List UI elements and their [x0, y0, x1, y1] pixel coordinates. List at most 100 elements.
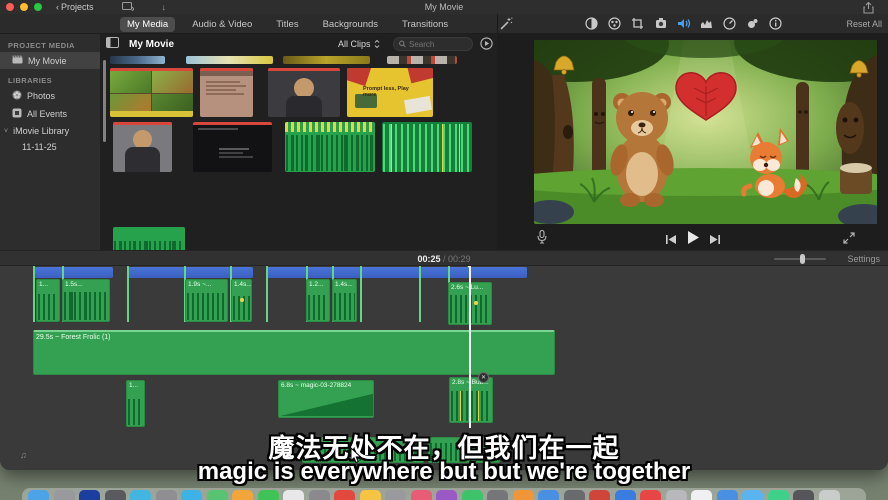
dock-app-icon[interactable]	[334, 490, 355, 500]
dock-app-icon[interactable]	[258, 490, 279, 500]
dock-app-icon[interactable]	[819, 490, 840, 500]
video-preview[interactable]	[534, 40, 877, 224]
sidebar-item-imovie-library[interactable]: ˅ iMovie Library	[0, 123, 100, 139]
sfx-clip[interactable]: 2.8s ~ Bub...	[449, 377, 493, 423]
tab-backgrounds[interactable]: Backgrounds	[316, 17, 385, 32]
clip-thumbnail-bear-grid[interactable]	[110, 68, 193, 117]
dock-app-icon[interactable]	[156, 490, 177, 500]
crop-icon[interactable]	[631, 17, 645, 31]
clip-thumbnail[interactable]	[186, 56, 273, 64]
clip-thumbnail-presenter[interactable]	[268, 68, 340, 117]
dock-app-icon[interactable]	[232, 490, 253, 500]
dock-app-icon[interactable]	[538, 490, 559, 500]
download-arrow-icon[interactable]: ↓	[162, 2, 167, 12]
dock-app-icon[interactable]	[589, 490, 610, 500]
dock-app-icon[interactable]	[28, 490, 49, 500]
speed-icon[interactable]	[723, 17, 737, 31]
color-correction-icon[interactable]	[608, 17, 622, 31]
clip-thumbnail[interactable]	[110, 56, 165, 64]
dock[interactable]	[22, 488, 866, 500]
dock-app-icon[interactable]	[207, 490, 228, 500]
dock-app-icon[interactable]	[411, 490, 432, 500]
audio-clip[interactable]: 1.4s...	[332, 279, 357, 322]
clip-filter-dropdown[interactable]: All Clips	[338, 39, 380, 49]
playhead[interactable]	[469, 266, 471, 428]
dock-app-icon[interactable]	[691, 490, 712, 500]
audio-clip-thumbnail[interactable]	[285, 122, 375, 172]
tab-my-media[interactable]: My Media	[120, 17, 175, 32]
tab-titles[interactable]: Titles	[269, 17, 305, 32]
clip-thumbnail-document[interactable]	[200, 68, 253, 117]
next-frame-button[interactable]	[709, 232, 721, 250]
video-track-segment[interactable]	[127, 267, 253, 278]
enhance-wand-icon[interactable]	[499, 17, 513, 31]
search-input[interactable]	[409, 40, 467, 49]
sidebar-item-my-movie[interactable]: My Movie	[0, 52, 100, 69]
dock-app-icon[interactable]	[742, 490, 763, 500]
back-to-projects-button[interactable]: ‹Projects	[56, 2, 94, 12]
continuous-playback-icon[interactable]	[480, 37, 493, 55]
audio-clip[interactable]: 1...	[36, 279, 60, 322]
zoom-window-button[interactable]	[34, 3, 42, 11]
clip-thumbnail[interactable]	[283, 56, 370, 64]
dock-app-icon[interactable]	[640, 490, 661, 500]
sfx-clip[interactable]: 6.8s ~ magic-03-278824	[278, 380, 374, 418]
dock-app-icon[interactable]	[283, 490, 304, 500]
dock-app-icon[interactable]	[130, 490, 151, 500]
dock-app-icon[interactable]	[717, 490, 738, 500]
audio-clip-thumbnail[interactable]	[382, 122, 472, 172]
sidebar-item-photos[interactable]: Photos	[0, 87, 100, 105]
dock-app-icon[interactable]	[666, 490, 687, 500]
close-window-button[interactable]	[6, 3, 14, 11]
reset-all-button[interactable]: Reset All	[846, 19, 882, 29]
dock-app-icon[interactable]	[436, 490, 457, 500]
sidebar-item-all-events[interactable]: All Events	[0, 105, 100, 123]
dock-app-icon[interactable]	[564, 490, 585, 500]
import-media-icon[interactable]	[122, 2, 134, 13]
dock-app-icon[interactable]	[513, 490, 534, 500]
dock-app-icon[interactable]	[79, 490, 100, 500]
dock-app-icon[interactable]	[181, 490, 202, 500]
timeline-zoom-slider[interactable]	[774, 258, 826, 260]
tab-audio-video[interactable]: Audio & Video	[185, 17, 259, 32]
dock-app-icon[interactable]	[309, 490, 330, 500]
clip-mute-badge[interactable]: ✕	[478, 372, 489, 383]
volume-icon[interactable]	[677, 17, 691, 31]
dock-app-icon[interactable]	[360, 490, 381, 500]
fullscreen-icon[interactable]	[843, 231, 855, 249]
dock-app-icon[interactable]	[615, 490, 636, 500]
clip-thumbnail-screen-recording[interactable]	[193, 122, 272, 172]
playhead-handle[interactable]	[464, 266, 474, 268]
sidebar-toggle-icon[interactable]	[106, 35, 119, 53]
info-icon[interactable]	[769, 17, 783, 31]
audio-clip[interactable]: 1.2...	[306, 279, 330, 322]
search-field[interactable]	[393, 37, 473, 51]
music-clip[interactable]: 29.5s ~ Forest Frolic (1)	[33, 330, 555, 375]
color-balance-icon[interactable]	[585, 17, 599, 31]
browser-scrollbar[interactable]	[103, 60, 106, 142]
audio-eq-icon[interactable]	[700, 17, 714, 31]
dock-app-icon[interactable]	[462, 490, 483, 500]
dock-app-icon[interactable]	[385, 490, 406, 500]
dock-app-icon[interactable]	[487, 490, 508, 500]
stabilization-icon[interactable]	[654, 17, 668, 31]
zoom-slider-thumb[interactable]	[800, 254, 805, 264]
dock-app-icon[interactable]	[793, 490, 814, 500]
clip-thumbnail-presenter2[interactable]	[113, 122, 172, 172]
noise-reduction-icon[interactable]	[746, 17, 760, 31]
audio-clip[interactable]: 1.5s...	[62, 279, 110, 322]
tab-transitions[interactable]: Transitions	[395, 17, 455, 32]
play-button[interactable]	[686, 230, 700, 250]
minimize-window-button[interactable]	[20, 3, 28, 11]
previous-frame-button[interactable]	[665, 232, 677, 250]
timeline-settings-button[interactable]: Settings	[847, 254, 880, 264]
dock-app-icon[interactable]	[54, 490, 75, 500]
dock-app-icon[interactable]	[768, 490, 789, 500]
audio-clip[interactable]: 1.9s ~...	[185, 279, 228, 322]
dock-app-icon[interactable]	[105, 490, 126, 500]
video-track-segment[interactable]	[33, 267, 113, 278]
voiceover-mic-icon[interactable]	[537, 230, 547, 249]
clip-thumbnail-promo[interactable]: Prompt less, Play more	[347, 68, 433, 117]
audio-clip[interactable]: 1.4s...	[231, 279, 252, 322]
sfx-clip[interactable]: 1...	[126, 380, 145, 427]
